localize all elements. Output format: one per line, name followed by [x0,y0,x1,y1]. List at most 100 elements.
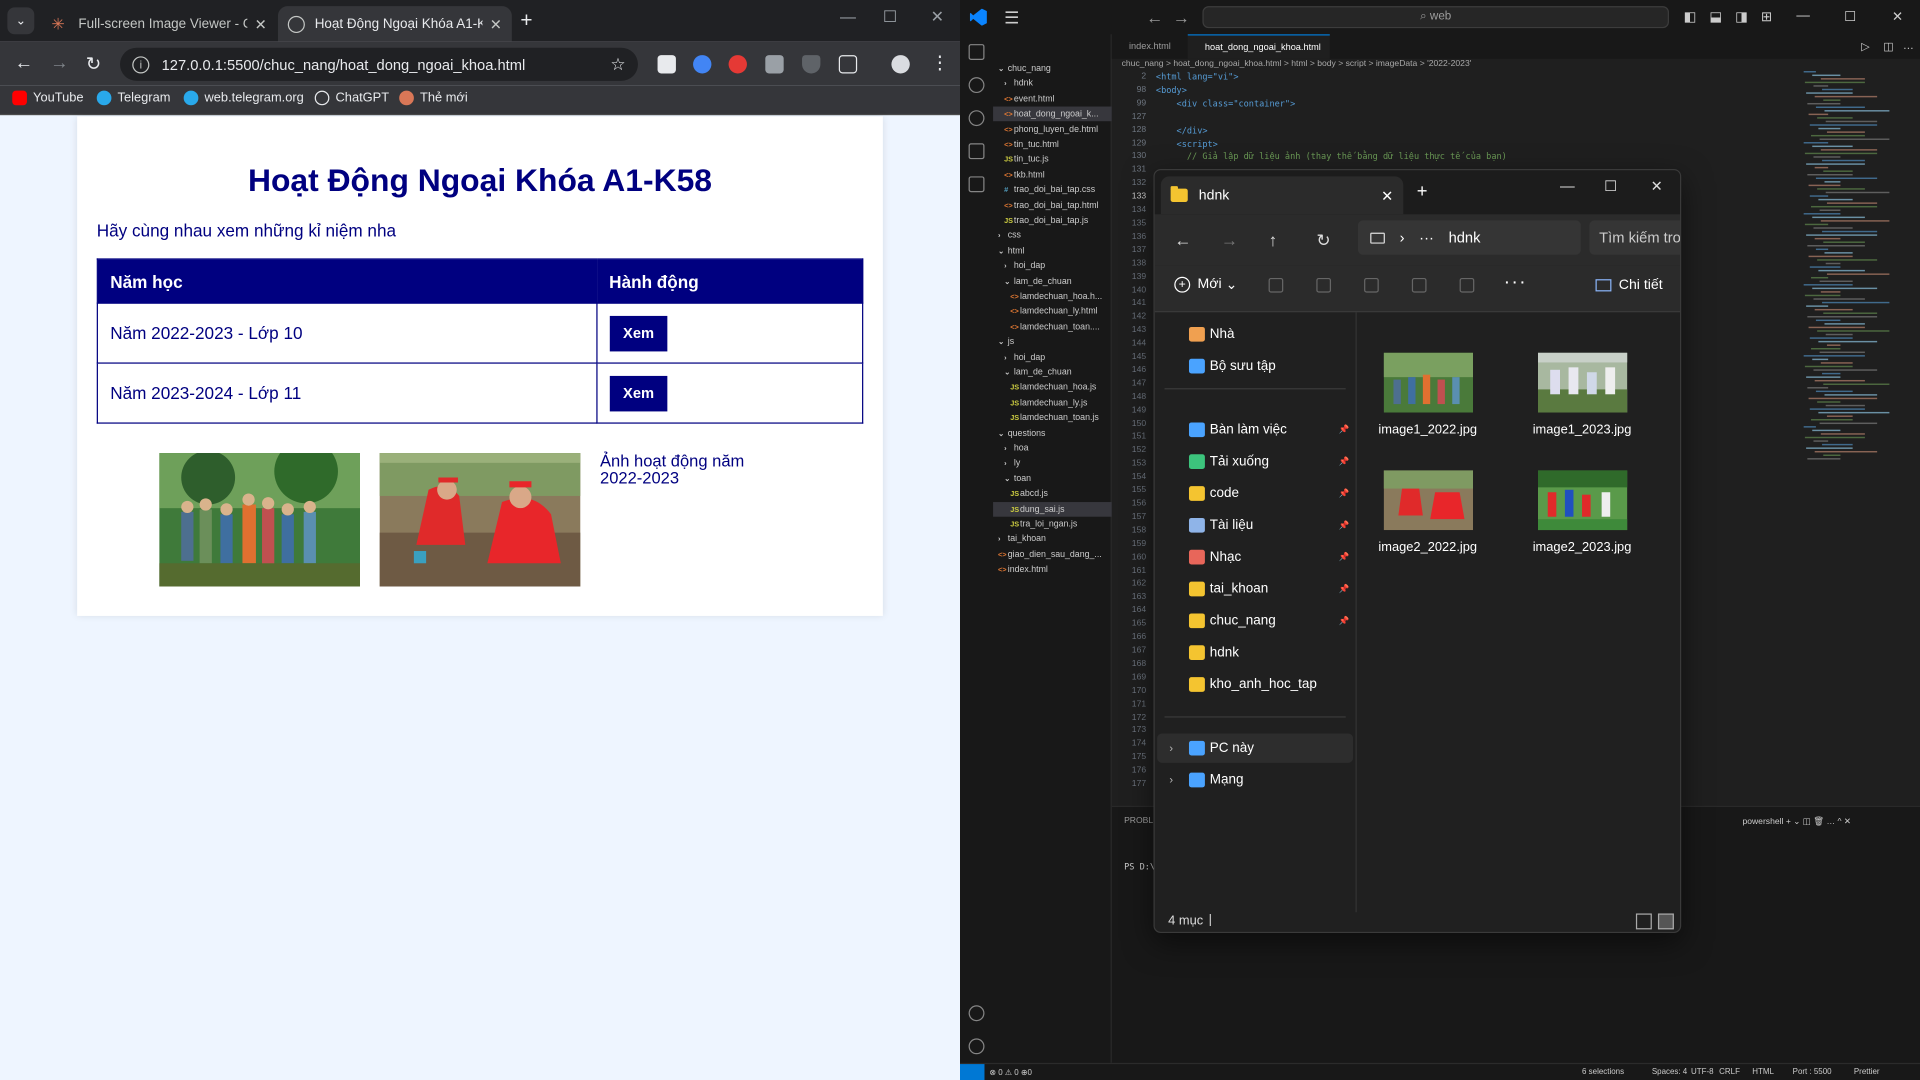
cut-icon[interactable] [1268,277,1284,293]
explorer-folder[interactable]: › hoi_dap [993,259,1112,274]
explorer-file[interactable]: # trao_doi_bai_tap.css [993,183,1112,198]
extension-icon[interactable] [765,55,784,74]
refresh-icon[interactable]: ↻ [1316,230,1330,251]
bookmark-new-tab[interactable]: Thẻ mới [399,90,468,106]
explorer-folder[interactable]: ⌄ toan [993,471,1112,486]
explorer-file[interactable]: <>tkb.html [993,168,1112,183]
view-button[interactable]: Xem [609,375,668,411]
explorer-file[interactable]: JStra_loi_ngan.js [993,517,1112,532]
up-icon[interactable]: ↑ [1269,230,1278,250]
site-info-icon[interactable]: i [132,55,150,73]
bookmark-chatgpt[interactable]: ChatGPT [314,90,389,106]
file-item[interactable]: image1_2023.jpg [1521,352,1643,437]
tab-hoat-dong-html[interactable]: hoat_dong_ngoai_khoa.html [1187,34,1330,59]
explorer-file[interactable]: <>lamdechuan_ly.html [993,304,1112,319]
chevron-right-icon[interactable]: › [1169,742,1173,754]
profile-avatar[interactable] [891,55,910,74]
bookmark-web-telegram[interactable]: web.telegram.org [183,90,304,106]
back-icon[interactable]: ← [1174,230,1191,250]
explorer-file[interactable]: <>lamdechuan_toan.... [993,319,1112,334]
run-debug-icon[interactable] [968,143,985,160]
reload-icon[interactable]: ↻ [86,53,101,75]
toggle-secondary-sidebar-icon[interactable]: ◨ [1735,9,1748,25]
command-center-search[interactable]: ⌕ web [1202,6,1669,29]
maximize-icon[interactable]: ☐ [883,7,897,27]
nav-item[interactable]: tai_khoan 📌 [1188,574,1354,603]
explorer-file[interactable]: <>trao_doi_bai_tap.html [993,198,1112,213]
explorer-folder[interactable]: ⌄ html [993,243,1112,258]
forward-icon[interactable]: → [1221,230,1238,250]
nav-item[interactable]: › PC này [1157,733,1354,763]
minimize-icon[interactable]: — [840,7,856,25]
tab-search-button[interactable]: ⌄ [7,7,35,35]
tab-index-html[interactable]: index.html [1112,34,1188,58]
bookmark-youtube[interactable]: YouTube [12,90,84,106]
status-encoding[interactable]: UTF-8 [1691,1068,1714,1077]
details-button[interactable]: Chi tiết [1595,278,1663,293]
explorer-file[interactable]: JSlamdechuan_toan.js [993,410,1112,425]
explorer-folder[interactable]: ⌄ chuc_nang [993,61,1112,76]
explorer-icon[interactable] [968,44,985,61]
minimize-icon[interactable]: — [1796,9,1809,24]
close-window-icon[interactable]: ✕ [931,7,944,27]
explorer-tab[interactable]: hdnk ✕ [1160,176,1404,215]
breadcrumb[interactable]: chuc_nang > hoat_dong_ngoai_khoa.html > … [1122,60,1472,69]
nav-arrows[interactable]: ← → [1146,7,1190,27]
explorer-file[interactable]: JSabcd.js [993,486,1112,501]
search-box[interactable]: Tìm kiếm trong [1589,220,1681,255]
view-button[interactable]: Xem [609,315,668,351]
address-bar[interactable]: i 127.0.0.1:5500/chuc_nang/hoat_dong_ngo… [120,47,638,81]
ellipsis-icon[interactable]: ··· [1419,229,1434,246]
address-bar[interactable]: › ··· hdnk [1357,220,1581,255]
status-live-server[interactable]: Port : 5500 [1793,1068,1832,1077]
details-view-icon[interactable] [1635,913,1652,930]
nav-item[interactable]: Tải xuống 📌 [1188,447,1354,476]
bookmark-star-icon[interactable]: ☆ [610,54,625,75]
explorer-folder[interactable]: › hoa [993,441,1112,456]
source-control-icon[interactable] [968,110,985,127]
explorer-file[interactable]: JSdung_sai.js [993,501,1112,517]
maximize-icon[interactable]: ☐ [1604,178,1617,195]
new-tab-button[interactable]: + [1417,181,1428,202]
explorer-folder[interactable]: › css [993,228,1112,243]
explorer-file[interactable]: JSlamdechuan_ly.js [993,395,1112,410]
nav-item[interactable]: Tài liệu 📌 [1188,511,1354,540]
status-eol[interactable]: CRLF [1719,1068,1740,1077]
terminal-prompt[interactable]: PS D:\ [1124,862,1155,872]
close-tab-icon[interactable]: ✕ [1381,187,1393,204]
close-tab-icon[interactable]: ✕ [255,15,267,32]
paste-icon[interactable] [1364,277,1379,293]
settings-gear-icon[interactable] [968,1038,985,1055]
extension-icon[interactable] [657,55,676,74]
search-icon[interactable] [968,77,985,94]
nav-item[interactable]: Bàn làm việc 📌 [1188,415,1354,444]
explorer-file[interactable]: <>lamdechuan_hoa.h... [993,289,1112,304]
explorer-folder[interactable]: ⌄ lam_de_chuan [993,365,1112,380]
maximize-icon[interactable]: ☐ [1844,9,1856,25]
explorer-folder[interactable]: ⌄ js [993,335,1112,350]
code-text[interactable]: <html lang="vi"> <body> <div class="conta… [1156,71,1507,164]
explorer-file[interactable]: JStin_tuc.js [993,152,1112,167]
new-tab-button[interactable]: + [520,9,532,33]
file-item[interactable]: image1_2022.jpg [1367,352,1489,437]
explorer-file[interactable]: <>event.html [993,92,1112,107]
status-language[interactable]: HTML [1752,1068,1774,1077]
nav-item[interactable]: Bộ sưu tập [1188,351,1354,380]
forward-icon[interactable]: → [50,53,68,74]
chrome-menu-icon[interactable]: ⋮ [931,51,949,74]
terminal-selector[interactable]: powershell + ⌄ ◫ 🗑 … ^ ✕ [1742,817,1851,827]
rename-icon[interactable] [1411,277,1427,293]
explorer-folder[interactable]: › hdnk [993,76,1112,91]
close-tab-icon[interactable]: ✕ [490,15,502,32]
file-item[interactable]: image2_2022.jpg [1367,470,1489,555]
extension-icon[interactable] [693,55,712,74]
explorer-folder[interactable]: › hoi_dap [993,350,1112,365]
bookmark-telegram[interactable]: Telegram [96,90,170,106]
remote-indicator[interactable] [960,1064,985,1080]
chevron-right-icon[interactable]: › [1169,774,1173,786]
nav-item[interactable]: › Mạng [1169,765,1354,794]
explorer-file[interactable]: <>hoat_dong_ngoai_k... [993,106,1112,122]
status-prettier[interactable]: Prettier [1854,1068,1880,1077]
nav-item[interactable]: hdnk [1188,638,1354,667]
explorer-file[interactable]: <>giao_dien_sau_dang_... [993,547,1112,562]
